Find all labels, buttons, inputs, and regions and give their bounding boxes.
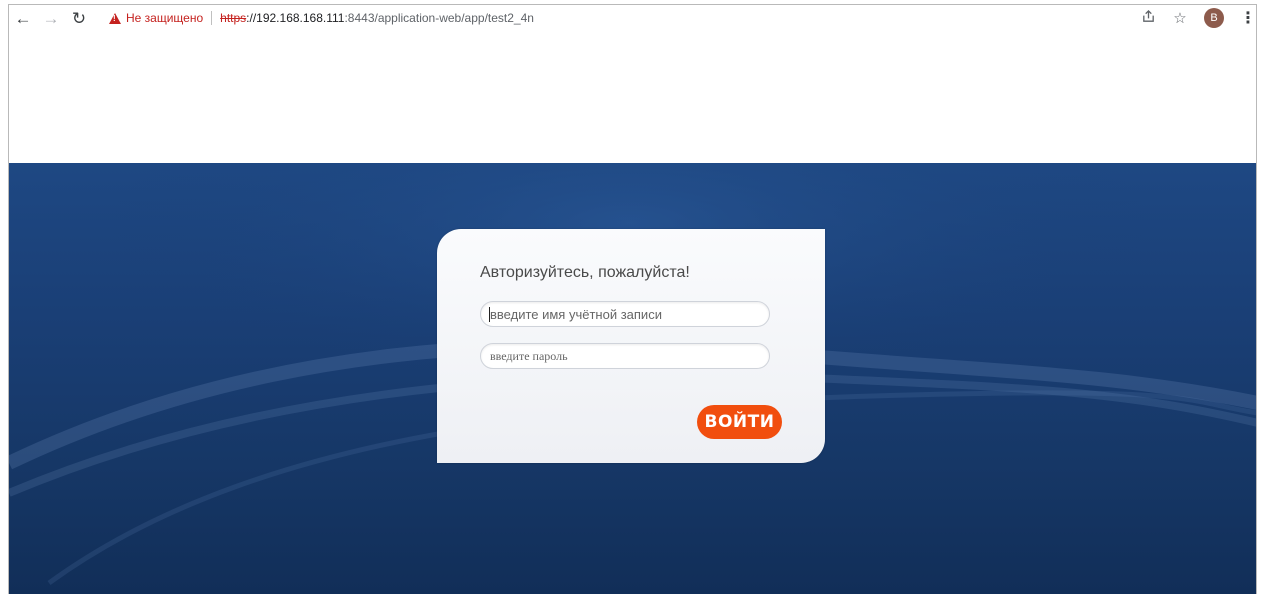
browser-window: ← → ↻ Не защищено https://192.168.168.11… xyxy=(8,4,1257,594)
kebab-menu-icon[interactable]: ⋮ xyxy=(1240,8,1256,28)
url-host: ://192.168.168.111 xyxy=(246,11,345,25)
reload-button[interactable]: ↻ xyxy=(65,7,93,31)
url-path: :8443/application-web/app/test2_4n xyxy=(344,11,534,25)
forward-button[interactable]: → xyxy=(37,7,65,31)
login-background: Авторизуйтесь, пожалуйста! ВОЙТИ xyxy=(9,163,1256,594)
security-label: Не защищено xyxy=(126,11,204,25)
login-button[interactable]: ВОЙТИ xyxy=(697,405,782,439)
url-scheme: https xyxy=(220,11,247,25)
avatar[interactable]: B xyxy=(1204,8,1224,28)
password-input[interactable] xyxy=(480,343,770,369)
toolbar-actions: ☆ B ⋮ xyxy=(1140,7,1256,29)
text-caret xyxy=(489,307,490,322)
address-bar[interactable]: Не защищено https://192.168.168.111:8443… xyxy=(101,7,1186,29)
warning-triangle-icon xyxy=(109,12,121,24)
login-title: Авторизуйтесь, пожалуйста! xyxy=(480,264,690,281)
page-header-area xyxy=(9,32,1256,163)
arrow-right-icon: → xyxy=(42,8,60,28)
back-button[interactable]: ← xyxy=(9,7,37,31)
reload-icon: ↻ xyxy=(71,8,87,28)
share-icon[interactable] xyxy=(1140,9,1156,28)
security-indicator[interactable]: Не защищено xyxy=(109,11,203,25)
omnibox-divider xyxy=(211,11,213,25)
login-card: Авторизуйтесь, пожалуйста! ВОЙТИ xyxy=(437,229,825,463)
browser-toolbar: ← → ↻ Не защищено https://192.168.168.11… xyxy=(9,5,1256,32)
arrow-left-icon: ← xyxy=(14,8,32,28)
url-text[interactable]: https://192.168.168.111:8443/application… xyxy=(220,11,534,25)
star-icon[interactable]: ☆ xyxy=(1172,9,1188,27)
username-input[interactable] xyxy=(480,301,770,327)
